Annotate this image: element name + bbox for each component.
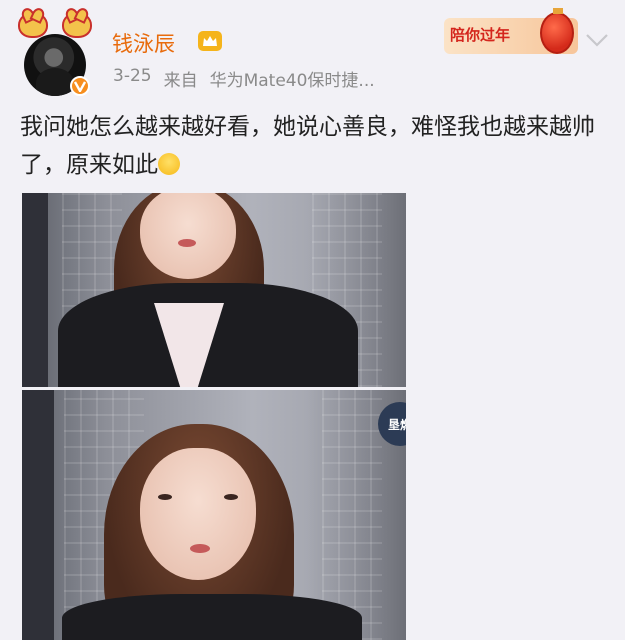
new-year-promo-badge[interactable]: 陪你过年 — [444, 8, 578, 54]
chevron-down-icon[interactable] — [584, 32, 610, 48]
post-image-2[interactable]: 垦燃 — [22, 390, 406, 640]
post-date: 3-25 — [113, 66, 152, 86]
show-watermark: 垦燃 — [378, 402, 406, 446]
avatar[interactable] — [18, 12, 102, 96]
user-name[interactable]: 钱泳辰 — [112, 28, 175, 58]
verified-v-icon — [70, 76, 90, 96]
device-name[interactable]: 华为Mate40保时捷... — [210, 66, 375, 91]
post-text-content: 我问她怎么越来越好看，她说心善良，难怪我也越来越帅了，原来如此 — [20, 114, 595, 178]
promo-text: 陪你过年 — [450, 26, 511, 44]
source-prefix: 来自 — [163, 71, 198, 91]
post-image-1[interactable] — [22, 193, 406, 387]
post-text: 我问她怎么越来越好看，她说心善良，难怪我也越来越帅了，原来如此 — [20, 108, 610, 184]
watermark-text: 垦燃 — [387, 417, 406, 432]
weibo-post: 钱泳辰 3-25 来自 华为Mate40保时捷... 陪你过年 我问她怎么越来越… — [0, 0, 625, 640]
member-crown-icon[interactable] — [198, 31, 222, 51]
lantern-icon — [540, 8, 574, 54]
post-meta: 3-25 来自 华为Mate40保时捷... — [113, 66, 375, 91]
laugh-cry-emoji — [158, 153, 180, 175]
